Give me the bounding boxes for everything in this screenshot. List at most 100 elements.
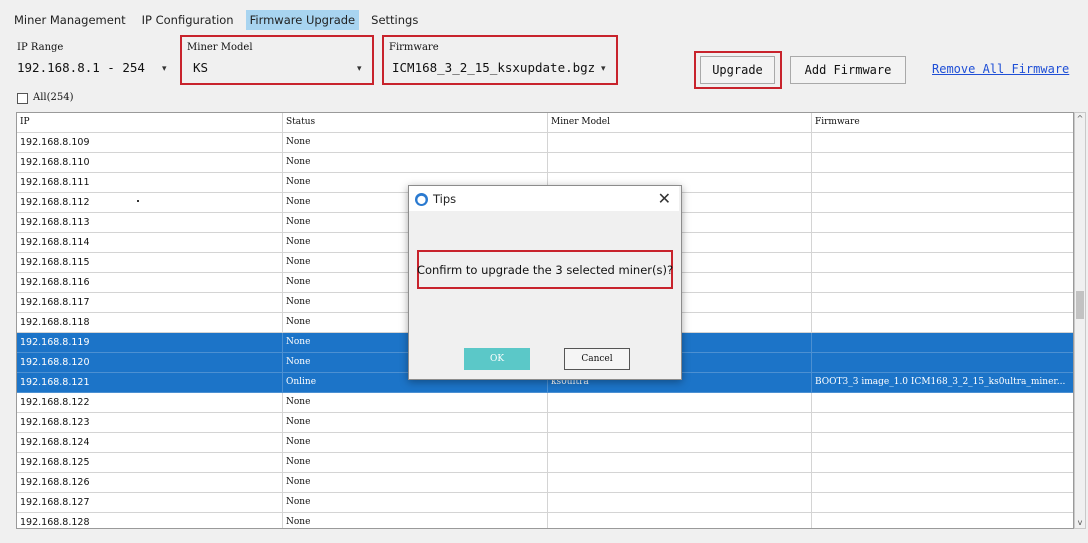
cell-ip: 192.168.8.109 [17,133,283,153]
ip-range-label: IP Range [17,42,64,53]
tab-bar: Miner Management IP Configuration Firmwa… [10,10,422,30]
confirm-dialog: ⬤ Tips ✕ Confirm to upgrade the 3 select… [408,185,682,380]
cell-ip: 192.168.8.114 [17,233,283,253]
add-firmware-button[interactable]: Add Firmware [790,56,906,84]
cell-ip: 192.168.8.116 [17,273,283,293]
tab-settings[interactable]: Settings [367,10,422,30]
dialog-titlebar: ⬤ Tips ✕ [409,186,679,211]
firmware-label: Firmware [389,42,439,53]
cell-ip: 192.168.8.124 [17,433,283,453]
cursor-dot [137,200,139,202]
cell-miner-model [548,453,812,473]
ip-range-dropdown-icon[interactable]: ▾ [162,64,167,74]
cell-firmware [812,433,1073,453]
cell-status: None [283,513,548,528]
select-all-label: All(254) [33,92,74,103]
cancel-button[interactable]: Cancel [564,348,630,370]
cell-firmware [812,473,1073,493]
table-row[interactable]: 192.168.8.128 None [17,513,1073,528]
scroll-thumb[interactable] [1076,291,1084,319]
cell-status: None [283,433,548,453]
cell-status: None [283,133,548,153]
select-all-checkbox[interactable] [17,93,28,104]
miner-model-select[interactable]: KS [193,60,208,75]
cell-ip: 192.168.8.127 [17,493,283,513]
cell-firmware [812,513,1073,528]
cell-ip: 192.168.8.112 [17,193,283,213]
dialog-message: Confirm to upgrade the 3 selected miner(… [417,250,673,289]
tab-firmware-upgrade[interactable]: Firmware Upgrade [245,10,360,30]
header-firmware[interactable]: Firmware [812,113,1073,133]
table-row[interactable]: 192.168.8.126 None [17,473,1073,493]
cell-ip: 192.168.8.118 [17,313,283,333]
header-ip[interactable]: IP [17,113,283,133]
cell-ip: 192.168.8.119 [17,333,283,353]
cell-firmware [812,493,1073,513]
dialog-title: Tips [433,192,457,206]
firmware-select[interactable]: ICM168_3_2_15_ksxupdate.bgz [392,60,595,75]
close-icon[interactable]: ✕ [658,189,671,208]
cell-miner-model [548,133,812,153]
table-header: IP Status Miner Model Firmware [17,113,1073,133]
cell-ip: 192.168.8.117 [17,293,283,313]
miner-model-label: Miner Model [187,42,253,53]
cell-ip: 192.168.8.113 [17,213,283,233]
upgrade-button[interactable]: Upgrade [700,56,775,84]
ok-button[interactable]: OK [464,348,530,370]
cell-status: None [283,453,548,473]
cell-status: None [283,393,548,413]
cell-ip: 192.168.8.125 [17,453,283,473]
scroll-down-icon[interactable]: v [1075,518,1085,527]
cell-status: None [283,413,548,433]
cell-firmware [812,133,1073,153]
cell-firmware [812,453,1073,473]
firmware-dropdown-icon[interactable]: ▾ [601,64,606,74]
header-miner-model[interactable]: Miner Model [548,113,812,133]
ip-range-value[interactable]: 192.168.8.1 - 254 [17,60,145,75]
cell-firmware [812,213,1073,233]
cell-firmware [812,173,1073,193]
cell-firmware [812,273,1073,293]
tab-miner-management[interactable]: Miner Management [10,10,130,30]
table-row[interactable]: 192.168.8.127 None [17,493,1073,513]
cell-ip: 192.168.8.122 [17,393,283,413]
cell-firmware [812,253,1073,273]
cell-firmware [812,193,1073,213]
cell-status: None [283,473,548,493]
scroll-up-icon[interactable]: ^ [1075,114,1085,123]
cell-firmware [812,413,1073,433]
cell-status: None [283,153,548,173]
cell-firmware [812,293,1073,313]
cell-miner-model [548,153,812,173]
cell-miner-model [548,513,812,528]
cell-ip: 192.168.8.115 [17,253,283,273]
miner-model-dropdown-icon[interactable]: ▾ [357,64,362,74]
header-status[interactable]: Status [283,113,548,133]
cell-miner-model [548,433,812,453]
table-row[interactable]: 192.168.8.109 None [17,133,1073,153]
table-row[interactable]: 192.168.8.122 None [17,393,1073,413]
cell-ip: 192.168.8.120 [17,353,283,373]
cell-firmware: BOOT3_3 image_1.0 ICM168_3_2_15_ks0ultra… [815,377,1066,387]
cell-ip: 192.168.8.123 [17,413,283,433]
cell-ip: 192.168.8.110 [17,153,283,173]
app-logo-icon: ⬤ [415,193,428,206]
cell-miner-model [548,493,812,513]
cell-firmware [812,353,1073,373]
cell-ip: 192.168.8.126 [17,473,283,493]
table-row[interactable]: 192.168.8.124 None [17,433,1073,453]
table-row[interactable]: 192.168.8.125 None [17,453,1073,473]
cell-firmware [812,333,1073,353]
remove-all-firmware-link[interactable]: Remove All Firmware [932,62,1069,76]
table-row[interactable]: 192.168.8.110 None [17,153,1073,173]
tab-ip-configuration[interactable]: IP Configuration [138,10,238,30]
cell-status: None [283,493,548,513]
cell-firmware [812,153,1073,173]
table-scrollbar[interactable]: ^ v [1074,112,1086,529]
cell-ip: 192.168.8.128 [17,513,283,528]
cell-firmware [812,393,1073,413]
cell-firmware [812,233,1073,253]
cell-miner-model [548,473,812,493]
table-row[interactable]: 192.168.8.123 None [17,413,1073,433]
cell-firmware [812,313,1073,333]
